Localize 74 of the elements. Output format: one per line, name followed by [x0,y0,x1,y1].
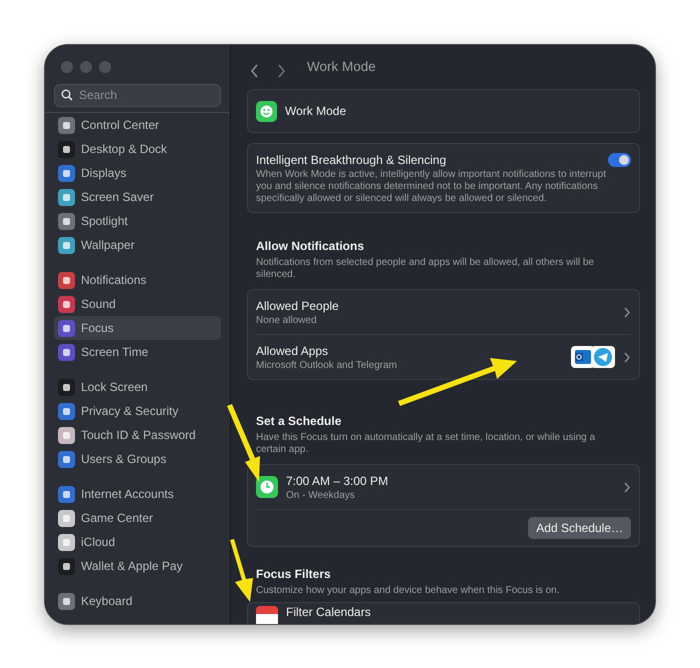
chevron-icon [623,352,631,362]
sidebar-item[interactable]: Wallet & Apple Pay [54,554,221,578]
sidebar-item[interactable]: Keyboard [54,589,221,613]
section-description: Notifications from selected people and apps will be allowed, all others will be silenced. [255,256,595,282]
section-description: Customize how your apps and device behave when this Focus is on. [255,584,561,598]
tile-icon [58,558,75,574]
annotation-arrow [230,539,253,602]
tile-icon [58,272,75,288]
sidebar-item[interactable]: Internet Accounts [54,482,221,506]
tile-icon [58,164,75,182]
sidebar-item[interactable]: Sound [54,292,221,316]
tile-icon [58,140,75,158]
sidebar-item[interactable]: iCloud [54,530,221,554]
list-row[interactable]: Filter Calendars [248,603,639,624]
tile-icon [58,344,75,360]
schedule-row[interactable]: 7:00 AM – 3:00 PM On - Weekdays [248,465,639,509]
toggle-switch[interactable] [608,153,631,167]
clock-icon [256,476,278,498]
search-icon [61,89,73,101]
tile-icon [58,296,75,312]
tile-icon [58,378,75,396]
schedule-time: 7:00 AM – 3:00 PM [286,473,390,490]
row-title: Allowed People [256,298,340,315]
sidebar-item[interactable]: Game Center [54,506,221,530]
sidebar-item[interactable]: Users & Groups [54,447,221,471]
search-field[interactable]: Search [54,84,221,106]
tile-icon [58,510,75,526]
sidebar-item[interactable]: Wallpaper [54,233,221,257]
tile-icon [58,236,75,254]
tile-icon [58,188,75,206]
list-row[interactable]: Allowed People None allowed [248,290,639,334]
tile-icon [58,212,75,230]
row-subtitle: None allowed [256,315,318,327]
schedule-status: On - Weekdays [286,490,356,502]
row-title: Filter Calendars [286,606,371,620]
sidebar-item[interactable]: Screen Saver [54,185,221,209]
row-subtitle: Microsoft Outlook and Telegram [256,360,398,372]
sidebar-item[interactable]: Displays [54,161,221,185]
list-row[interactable]: Allowed Apps Microsoft Outlook and Telegram [248,335,639,379]
sidebar-item[interactable]: Spotlight [54,209,221,233]
tile-icon [58,320,75,336]
zoom-button[interactable] [99,61,111,73]
sidebar-item[interactable]: Desktop & Dock [54,137,221,161]
chevron-icon [623,306,631,318]
sidebar-item[interactable]: Focus [54,316,221,340]
section-title: Allow Notifications [255,238,365,255]
sidebar-item[interactable]: Privacy & Security [54,399,221,423]
section-title: Set a Schedule [255,413,342,430]
setting-title: Intelligent Breakthrough & Silencing [256,152,446,169]
add-schedule-button[interactable]: Add Schedule… [528,517,631,539]
minimize-button[interactable] [80,61,92,73]
sidebar-item[interactable]: Notifications [54,268,221,292]
focus-name: Work Mode [285,103,346,120]
tile-icon [58,534,75,550]
section-title: Focus Filters [255,566,332,583]
section-description: Have this Focus turn on automatically at a set time, location, or while using a certain app. [255,431,596,457]
sidebar-item[interactable]: Screen Time [54,340,221,364]
tile-icon [58,592,75,610]
chevron-icon [623,482,631,492]
row-title: Allowed Apps [256,343,330,360]
close-button[interactable] [61,61,73,73]
tile-icon [58,450,75,468]
setting-description: When Work Mode is active, intelligently allow important notifications to interrupt you and silence notifications determined not to be important. Any notifications specifically allowed or silenced will always be allowed or silenced. [256,169,607,205]
sidebar-item[interactable]: Control Center [54,113,221,137]
smiley-icon [256,100,277,122]
calendar-icon [256,606,278,624]
tile-icon [58,486,75,502]
sidebar-item[interactable]: Lock Screen [54,375,221,399]
tile-icon [58,402,75,420]
tile-icon [58,426,75,444]
sidebar-item[interactable]: Touch ID & Password [54,423,221,447]
tile-icon [58,116,75,134]
app-icons [571,346,615,368]
window-title: Work Mode [307,58,376,76]
